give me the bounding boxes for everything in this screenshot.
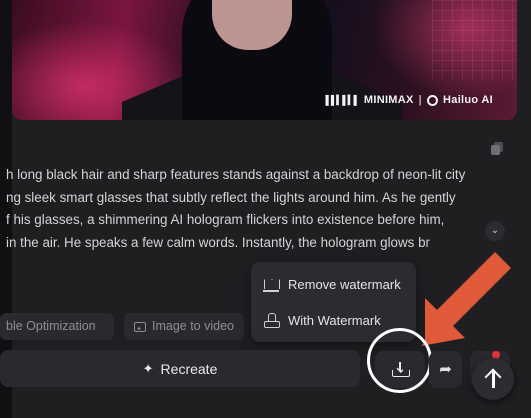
remove-watermark-label: Remove watermark	[288, 276, 401, 292]
watermark-brand: ▌▌▍▌▍▌ MINIMAX | Hailuo AI	[326, 94, 493, 106]
optimization-chip-label: ble Optimization	[6, 319, 96, 333]
image-icon	[134, 321, 146, 332]
copy-icon[interactable]	[491, 142, 503, 155]
hailuo-logo-icon	[427, 94, 439, 106]
share-button[interactable]: ➦	[429, 351, 462, 388]
image-to-video-label: Image to video	[152, 319, 234, 333]
optimization-chip[interactable]: ble Optimization	[0, 313, 114, 340]
with-watermark-label: With Watermark	[288, 312, 381, 328]
video-thumbnail[interactable]: ▌▌▍▌▍▌ MINIMAX | Hailuo AI	[12, 0, 517, 120]
prompt-line: ng sleek smart glasses that subtly refle…	[6, 189, 456, 205]
sparkle-icon: ✦	[142, 360, 154, 376]
chevron-down-icon[interactable]: ⌄	[485, 221, 505, 241]
prompt-line: f his glasses, a shimmering AI hologram …	[6, 212, 445, 227]
minimax-logo-icon: ▌▌▍▌▍▌	[325, 94, 360, 105]
prompt-line: in the air. He speaks a few calm words. …	[6, 234, 430, 250]
prompt-text: h long black hair and sharp features sta…	[6, 164, 482, 254]
stamp-icon	[263, 312, 280, 328]
arrow-up-icon-shaft	[492, 370, 495, 388]
remove-watermark-option[interactable]: Remove watermark	[251, 267, 416, 301]
recreate-label: Recreate	[160, 360, 218, 377]
share-icon: ➦	[439, 361, 452, 378]
brand-hailuo: Hailuo AI	[443, 94, 493, 106]
recreate-button[interactable]: ✦ Recreate	[0, 350, 360, 387]
annotation-arrow-shape	[421, 252, 511, 346]
brand-separator: |	[418, 94, 423, 106]
crown-icon	[263, 276, 279, 292]
scroll-top-button[interactable]	[472, 358, 514, 400]
image-to-video-chip[interactable]: Image to video	[124, 313, 244, 340]
annotation-arrow	[421, 252, 511, 346]
city-lights	[432, 0, 517, 80]
annotation-circle	[367, 328, 432, 393]
prompt-line: h long black hair and sharp features sta…	[6, 167, 466, 182]
brand-minimax: MINIMAX	[363, 94, 414, 106]
